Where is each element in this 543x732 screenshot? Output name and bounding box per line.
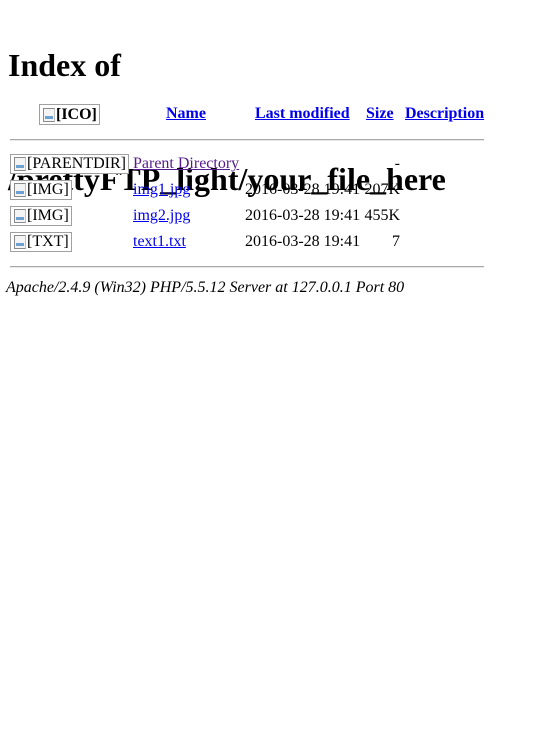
sort-by-description-link[interactable]: Description [405, 104, 484, 124]
row-size: 7 [392, 233, 400, 250]
image-file-icon: [IMG] [10, 180, 72, 200]
sort-by-last-modified-link[interactable]: Last modified [255, 104, 350, 124]
footer-divider [10, 266, 484, 268]
broken-image-icon [42, 107, 56, 123]
row-icon-alt-text: [IMG] [27, 207, 69, 224]
list-item-file: [IMG] img2.jpg 2016-03-28 19:41 455K [8, 206, 488, 228]
parent-directory-link[interactable]: Parent Directory [133, 154, 239, 174]
parent-dir-icon: [PARENTDIR] [10, 154, 129, 174]
text-file-icon: [TXT] [10, 232, 72, 252]
list-item-parent-directory: [PARENTDIR] Parent Directory - [8, 154, 488, 176]
file-link-img2[interactable]: img2.jpg [133, 206, 190, 226]
broken-image-icon [13, 156, 27, 172]
broken-image-icon [13, 234, 27, 250]
row-icon-alt-text: [TXT] [27, 233, 69, 250]
listing-header-row: [ICO] Name Last modified Size Descriptio… [8, 104, 488, 126]
row-last-modified: 2016-03-28 19:41 [245, 207, 361, 224]
row-last-modified: 2016-03-28 19:41 [245, 181, 361, 198]
file-link-img1[interactable]: img1.jpg [133, 180, 190, 200]
row-size: - [394, 155, 400, 172]
row-last-modified: 2016-03-28 19:41 [245, 233, 361, 250]
row-size: 455K [364, 207, 400, 224]
image-file-icon: [IMG] [10, 206, 72, 226]
file-link-text1[interactable]: text1.txt [133, 232, 186, 252]
header-icon-alt-text: [ICO] [56, 105, 97, 123]
broken-image-icon [13, 208, 27, 224]
sort-by-name-link[interactable]: Name [166, 104, 206, 124]
list-item-file: [TXT] text1.txt 2016-03-28 19:41 7 [8, 232, 488, 254]
row-icon-alt-text: [IMG] [27, 181, 69, 198]
row-icon-alt-text: [PARENTDIR] [27, 155, 126, 172]
broken-image-icon [13, 182, 27, 198]
server-signature: Apache/2.4.9 (Win32) PHP/5.5.12 Server a… [6, 279, 405, 296]
header-divider [10, 139, 484, 141]
list-item-file: [IMG] img1.jpg 2016-03-28 19:41 207K [8, 180, 488, 202]
header-icon-image: [ICO] [39, 104, 100, 125]
sort-by-size-link[interactable]: Size [366, 104, 394, 124]
page-title-prefix: Index of [8, 47, 121, 83]
row-size: 207K [364, 181, 400, 198]
